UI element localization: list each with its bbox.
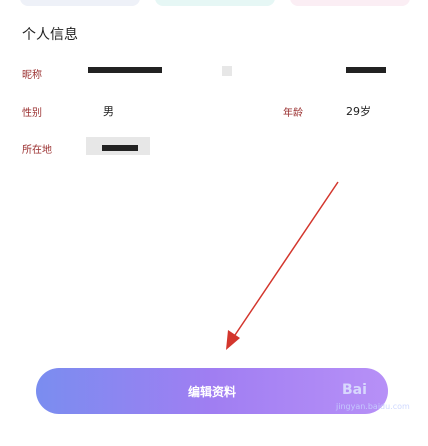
location-redacted: [102, 145, 138, 151]
nickname-label: 昵称: [22, 70, 42, 81]
location-label: 所在地: [22, 145, 52, 156]
top-card-1[interactable]: [20, 0, 140, 6]
redacted-value: [346, 67, 386, 73]
watermark-site: jingyan.baidu.com: [336, 402, 410, 411]
age-value: 29岁: [346, 105, 371, 118]
blur-mark: [222, 66, 232, 76]
section-title: 个人信息: [22, 27, 78, 43]
top-cards: [0, 0, 428, 8]
age-label: 年龄: [283, 108, 303, 119]
baidu-watermark: Bai jingyan.baidu.com: [336, 372, 428, 416]
gender-value: 男: [103, 105, 114, 118]
top-card-2[interactable]: [155, 0, 275, 6]
top-card-3[interactable]: [290, 0, 410, 6]
nickname-redacted: [88, 67, 162, 73]
row-location: 所在地: [0, 135, 428, 156]
row-gender-age: 性别 男 年龄 29岁: [0, 100, 428, 120]
watermark-brand: Bai: [342, 382, 367, 398]
gender-label: 性别: [22, 108, 42, 119]
row-nickname: 昵称: [0, 60, 428, 81]
